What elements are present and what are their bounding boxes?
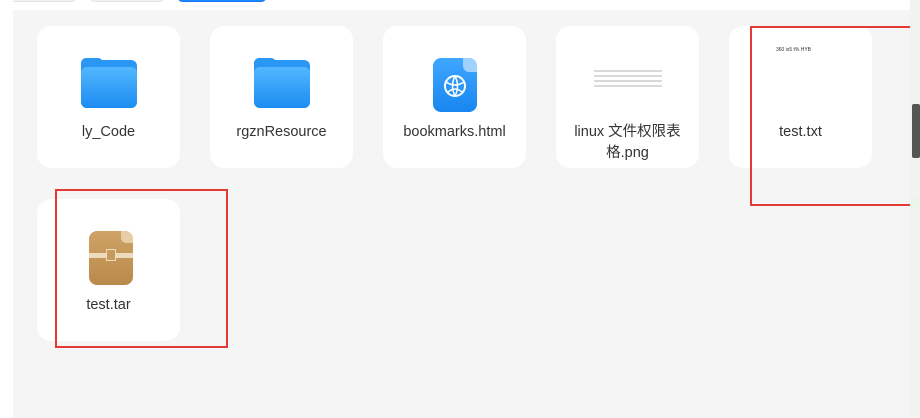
folder-icon (81, 58, 137, 114)
left-edge (0, 0, 13, 418)
file-tile-linux-png[interactable]: linux 文件权限表格.png (556, 26, 699, 168)
file-name: rgznResource (236, 124, 327, 140)
folder-icon (254, 58, 310, 114)
edge-marker (911, 198, 920, 208)
file-name: bookmarks.html (403, 124, 506, 140)
highlight-box-test-txt (750, 26, 917, 206)
file-name: ly_Code (81, 124, 136, 140)
top-toolbar (0, 0, 911, 10)
highlight-box-test-tar (55, 189, 228, 348)
right-panel-edge (910, 0, 920, 418)
file-tile-bookmarks-html[interactable]: bookmarks.html (383, 26, 526, 168)
toolbar-button-1[interactable] (3, 0, 77, 2)
file-name: linux 文件权限表格.png (574, 124, 681, 161)
image-thumbnail (594, 70, 662, 88)
file-tile-rgznresource[interactable]: rgznResource (210, 26, 353, 168)
toolbar-button-primary[interactable] (177, 0, 267, 2)
toolbar-button-2[interactable] (89, 0, 165, 2)
web-document-icon (427, 58, 483, 114)
scrollbar-thumb[interactable] (912, 104, 920, 158)
file-tile-ly-code[interactable]: ly_Code (37, 26, 180, 168)
